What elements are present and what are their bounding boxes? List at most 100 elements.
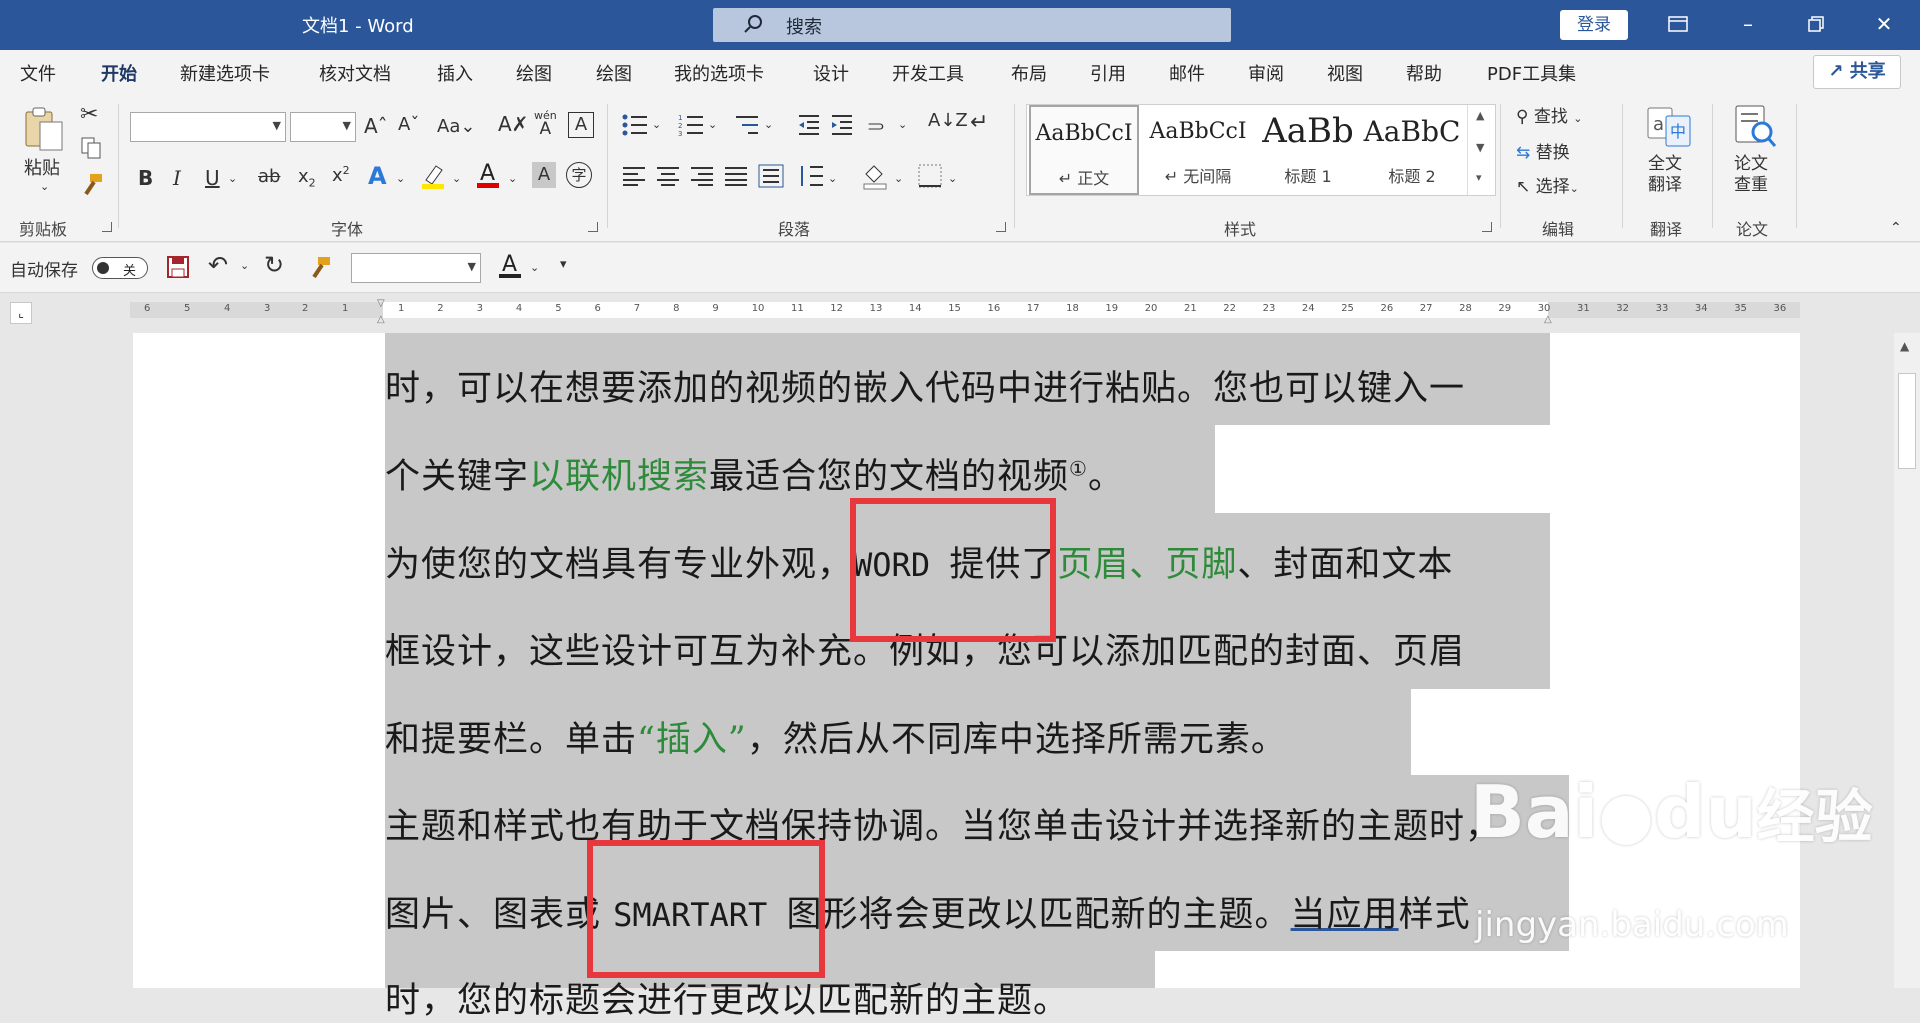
full-text-translate-label[interactable]: 全文 翻译 (1648, 154, 1682, 196)
tab-insert[interactable]: 插入 (437, 60, 473, 86)
styles-more-icon[interactable]: ▾ (1476, 171, 1482, 184)
italic-icon[interactable]: I (173, 166, 181, 190)
footnote-ref[interactable]: ① (1069, 456, 1088, 480)
bullets-dropdown-icon[interactable]: ⌄ (652, 118, 661, 131)
tab-layout[interactable]: 布局 (1011, 60, 1047, 86)
multilevel-dropdown-icon[interactable]: ⌄ (764, 118, 773, 131)
numbering-icon[interactable]: 123 (678, 114, 704, 141)
clear-formatting-icon[interactable]: A✗ (498, 112, 528, 136)
bold-icon[interactable]: B (138, 166, 153, 190)
change-case-button[interactable]: Aa⌄ (437, 116, 475, 137)
scroll-up-icon[interactable]: ▲ (1900, 339, 1909, 353)
align-right-icon[interactable] (690, 166, 714, 191)
align-center-icon[interactable] (656, 166, 680, 191)
qat-font-color-icon[interactable]: A (498, 251, 522, 286)
underline-dropdown-icon[interactable]: ⌄ (228, 172, 237, 185)
replace-button[interactable]: ⇆ 替换 (1516, 138, 1570, 163)
tab-selector-icon[interactable]: ⌞ (10, 302, 32, 324)
minimize-icon[interactable]: – (1728, 6, 1768, 42)
cut-icon[interactable]: ✂ (80, 102, 98, 127)
tab-draw-2[interactable]: 绘图 (596, 60, 632, 86)
vertical-scrollbar[interactable]: ▲ (1894, 333, 1920, 988)
hanging-indent-icon[interactable]: △ (377, 314, 385, 325)
paste-dropdown-icon[interactable]: ⌄ (40, 180, 49, 193)
ribbon-display-options-icon[interactable] (1658, 6, 1698, 42)
close-icon[interactable]: ✕ (1864, 6, 1904, 42)
highlight-icon[interactable] (420, 162, 446, 195)
customize-qat-icon[interactable]: ▾ (560, 257, 567, 272)
redo-icon[interactable]: ↻ (264, 251, 284, 279)
copy-icon[interactable] (80, 136, 102, 165)
sort-icon[interactable]: A↓Z (928, 110, 968, 131)
decrease-indent-icon[interactable] (797, 114, 821, 141)
show-hide-marks-icon[interactable]: ↵ (970, 110, 988, 135)
translate-icon[interactable]: a中 (1646, 106, 1692, 153)
strikethrough-icon[interactable]: ab (258, 166, 280, 187)
font-launcher-icon[interactable] (588, 222, 598, 232)
style-normal[interactable]: AaBbCcI ↵ 正文 (1029, 105, 1139, 195)
increase-indent-icon[interactable] (830, 114, 854, 141)
grow-font-icon[interactable]: Aˆ (364, 114, 388, 138)
styles-up-icon[interactable]: ▲ (1476, 109, 1484, 122)
shrink-font-icon[interactable]: Aˇ (398, 114, 419, 135)
align-left-icon[interactable] (622, 166, 646, 191)
tab-my-tab[interactable]: 我的选项卡 (674, 60, 764, 86)
distributed-icon[interactable] (758, 164, 784, 193)
paper-check-label[interactable]: 论文 查重 (1734, 154, 1768, 196)
character-border-button[interactable]: A (568, 112, 594, 138)
multilevel-list-icon[interactable] (734, 114, 760, 141)
shading-icon[interactable] (862, 162, 888, 195)
select-button[interactable]: ↖ 选择⌄ (1516, 172, 1579, 197)
subscript-icon[interactable]: x2 (298, 166, 316, 190)
doc-line[interactable]: 个关键字以联机搜索最适合您的文档的视频①。 (385, 448, 1124, 499)
tab-references[interactable]: 引用 (1090, 60, 1126, 86)
tab-new-tab[interactable]: 新建选项卡 (180, 60, 270, 86)
doc-line[interactable]: 和提要栏。单击“插入”，然后从不同库中选择所需元素。 (385, 711, 1287, 762)
scroll-thumb[interactable] (1898, 373, 1916, 469)
borders-icon[interactable] (918, 164, 942, 193)
tab-view[interactable]: 视图 (1327, 60, 1363, 86)
search-box[interactable]: 搜索 (713, 8, 1231, 42)
text-effects-dropdown-icon[interactable]: ⌄ (396, 172, 405, 185)
first-line-indent-icon[interactable]: ▽ (377, 298, 385, 309)
tab-home[interactable]: 开始 (101, 60, 137, 95)
style-no-spacing[interactable]: AaBbCcI ↵ 无间隔 (1143, 105, 1253, 195)
tab-proofread[interactable]: 核对文档 (319, 60, 391, 86)
format-painter-qat-icon[interactable] (308, 255, 332, 284)
right-indent-icon[interactable]: △ (1544, 314, 1552, 325)
font-name-combo[interactable]: ▼ (130, 112, 286, 142)
bullets-icon[interactable] (622, 114, 648, 141)
share-button[interactable]: ↗ 共享 (1813, 55, 1901, 89)
style-heading-2[interactable]: AaBbC 标题 2 (1357, 105, 1467, 195)
tab-file[interactable]: 文件 (20, 60, 56, 86)
font-color-dropdown-icon[interactable]: ⌄ (508, 172, 517, 185)
save-icon[interactable] (166, 255, 190, 284)
undo-dropdown-icon[interactable]: ⌄ (240, 259, 249, 272)
line-spacing-dropdown-icon[interactable]: ⌄ (828, 172, 837, 185)
doc-line[interactable]: 主题和样式也有助于文档保持协调。当您单击设计并选择新的主题时， (385, 798, 1501, 849)
shading-dropdown-icon[interactable]: ⌄ (894, 172, 903, 185)
tab-pdf-tools[interactable]: PDF工具集 (1487, 60, 1576, 86)
paragraph-launcher-icon[interactable] (996, 222, 1006, 232)
chinese-layout-icon[interactable]: ⥰ (868, 112, 884, 136)
tab-developer[interactable]: 开发工具 (892, 60, 964, 86)
doc-line[interactable]: 图片、图表或 SMARTART 图形将会更改以匹配新的主题。当应用样式 (385, 886, 1471, 937)
tab-help[interactable]: 帮助 (1406, 60, 1442, 86)
enclose-characters-icon[interactable]: 字 (566, 162, 592, 188)
undo-icon[interactable]: ↶ (208, 251, 228, 279)
font-size-combo[interactable]: ▼ (290, 112, 356, 142)
style-heading-1[interactable]: AaBb 标题 1 (1253, 105, 1363, 195)
doc-line[interactable]: 时，可以在想要添加的视频的嵌入代码中进行粘贴。您也可以键入一 (385, 360, 1465, 411)
phonetic-guide-button[interactable]: wén A (534, 110, 557, 138)
doc-line[interactable]: 时，您的标题会进行更改以匹配新的主题。 (385, 972, 1069, 1023)
numbering-dropdown-icon[interactable]: ⌄ (708, 118, 717, 131)
qat-font-combo[interactable]: ▼ (351, 253, 481, 283)
find-button[interactable]: ⚲ 查找 ⌄ (1516, 102, 1582, 127)
character-shading-icon[interactable]: A (532, 162, 556, 188)
line-spacing-icon[interactable] (798, 164, 824, 193)
styles-launcher-icon[interactable] (1482, 222, 1492, 232)
format-painter-icon[interactable] (80, 172, 104, 201)
tab-design[interactable]: 设计 (813, 60, 849, 86)
paste-button[interactable] (22, 106, 66, 157)
superscript-icon[interactable]: x2 (332, 164, 350, 186)
